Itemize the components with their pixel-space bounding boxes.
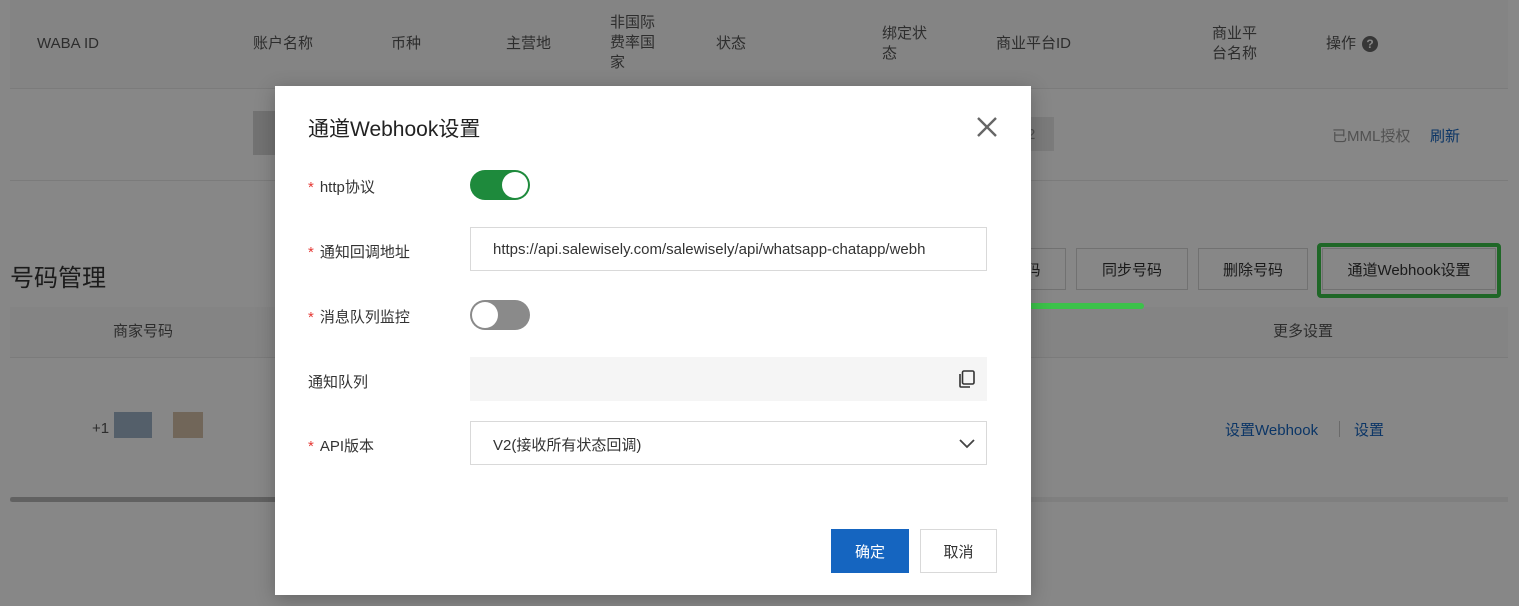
cancel-button[interactable]: 取消 xyxy=(920,529,997,573)
chevron-down-icon xyxy=(959,439,975,449)
toggle-knob xyxy=(472,302,498,328)
callback-url-label: * 通知回调地址 xyxy=(308,244,410,261)
notification-queue-field xyxy=(470,357,987,401)
api-version-label: * API版本 xyxy=(308,438,375,455)
modal-title: 通道Webhook设置 xyxy=(308,118,481,141)
queue-monitor-label: * 消息队列监控 xyxy=(308,309,410,326)
confirm-button[interactable]: 确定 xyxy=(831,529,909,573)
api-version-value: V2(接收所有状态回调) xyxy=(493,437,642,454)
http-protocol-label: * http协议 xyxy=(308,179,375,196)
queue-monitor-toggle[interactable] xyxy=(470,300,530,330)
api-version-select[interactable]: V2(接收所有状态回调) xyxy=(470,421,987,465)
http-protocol-toggle[interactable] xyxy=(470,170,530,200)
toggle-knob xyxy=(502,172,528,198)
copy-icon[interactable] xyxy=(959,370,975,388)
webhook-settings-modal: 通道Webhook设置 *http协议 *通知回调地址 *消息队列监控 通知队列… xyxy=(275,86,1031,595)
close-icon[interactable] xyxy=(973,113,1001,141)
callback-url-input[interactable] xyxy=(470,227,987,271)
notification-queue-label: 通知队列 xyxy=(308,374,369,391)
